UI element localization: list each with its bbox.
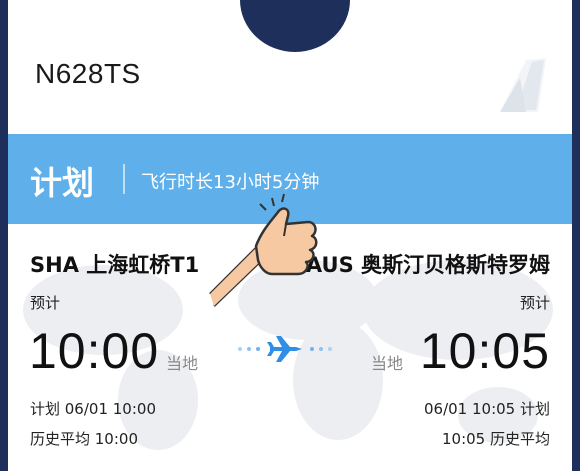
departure-estimate-label: 预计 <box>30 294 61 312</box>
arrival-airport: AUS 奥斯汀贝格斯特罗姆 <box>305 253 550 277</box>
aircraft-registration: N628TS <box>35 58 141 89</box>
departure-planned: 计划 06/01 10:00 <box>30 400 156 418</box>
arrival-estimate-label: 预计 <box>519 294 550 312</box>
thumbs-up-sticker <box>209 193 318 307</box>
departure-historical: 历史平均 10:00 <box>30 430 138 448</box>
status-divider <box>123 164 125 194</box>
flight-card: N628TS 计划 飞行时长13小时5分钟 SHA 上海虹桥T1 AUS 奥斯汀… <box>8 0 572 471</box>
departure-time: 10:00 <box>29 323 160 379</box>
departure-airport: SHA 上海虹桥T1 <box>30 253 200 277</box>
ticket-notch <box>240 0 350 52</box>
arrival-planned: 06/01 10:05 计划 <box>424 400 550 418</box>
arrival-time: 10:05 <box>419 323 550 379</box>
airplane-icon <box>267 336 302 362</box>
arrival-local-label: 当地 <box>371 354 404 373</box>
status-title: 计划 <box>30 164 95 202</box>
arrival-historical: 10:05 历史平均 <box>442 430 550 448</box>
departure-local-label: 当地 <box>166 354 199 373</box>
airline-tail-icon <box>500 58 546 112</box>
route-indicator <box>238 336 332 362</box>
